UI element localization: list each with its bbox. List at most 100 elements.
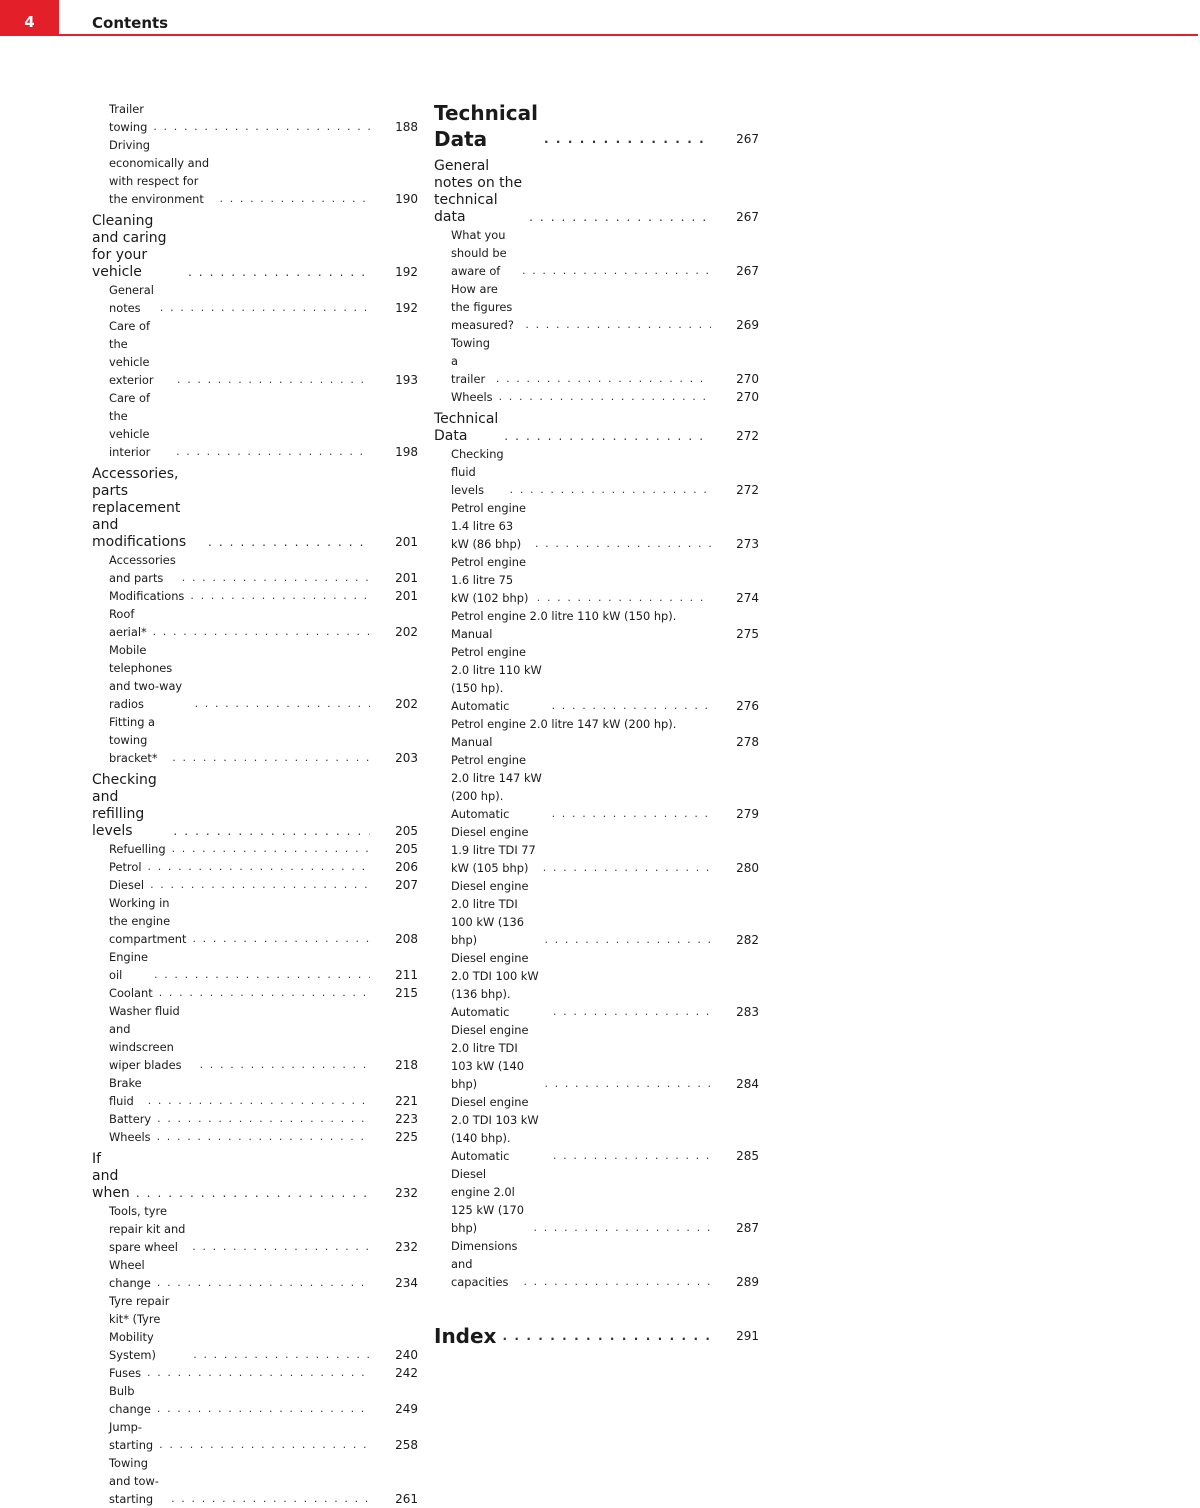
toc-entry-title: Engine oil [109, 950, 149, 982]
toc-page-number: 198 [395, 445, 418, 459]
dot-leader: . . . . . . . . . . . . . . . . . . . . … [157, 1112, 370, 1125]
toc-subsection-entry[interactable]: Petrol engine 1.4 litre 63 kW (86 bhp) . … [434, 499, 759, 553]
toc-major-heading[interactable]: Technical Data . . . . . . . . . . . . . … [434, 100, 759, 152]
toc-subsection-entry[interactable]: Jump-starting . . . . . . . . . . . . . .… [92, 1418, 418, 1454]
toc-subsection-entry[interactable]: Diesel engine 2.0 TDI 103 kW (140 bhp). … [434, 1093, 759, 1165]
toc-subsection-entry[interactable]: Battery . . . . . . . . . . . . . . . . .… [92, 1110, 418, 1128]
toc-subsection-entry[interactable]: Driving economically and with respect fo… [92, 136, 418, 208]
toc-section-entry[interactable]: Cleaning and caring for your vehicle . . … [92, 213, 418, 281]
dot-leader: . . . . . . . . . . . . . . . . . . . . … [544, 1077, 711, 1090]
toc-section-entry[interactable]: Checking and refilling levels . . . . . .… [92, 772, 418, 840]
toc-subsection-entry[interactable]: Petrol engine 2.0 litre 147 kW (200 hp).… [434, 715, 759, 751]
toc-subsection-entry[interactable]: Refuelling . . . . . . . . . . . . . . . … [92, 840, 418, 858]
toc-subsection-entry[interactable]: Dimensions and capacities . . . . . . . .… [434, 1237, 759, 1291]
toc-section-entry[interactable]: General notes on the technical data . . .… [434, 158, 759, 226]
toc-subsection-entry[interactable]: Petrol engine 2.0 litre 110 kW (150 hp).… [434, 607, 759, 643]
toc-entry-title: Battery [109, 1112, 152, 1126]
toc-section-entry[interactable]: Technical Data . . . . . . . . . . . . . … [434, 411, 759, 445]
toc-subsection-entry[interactable]: Engine oil . . . . . . . . . . . . . . . … [92, 948, 418, 984]
toc-subsection-entry[interactable]: Tyre repair kit* (Tyre Mobility System).… [92, 1292, 418, 1364]
toc-page-number: 279 [736, 807, 759, 821]
toc-page-number: 192 [395, 301, 418, 315]
toc-subsection-entry[interactable]: Diesel engine 2.0 litre TDI 103 kW (140 … [434, 1021, 759, 1093]
toc-subsection-entry[interactable]: Working in the engine compartment . . . .… [92, 894, 418, 948]
toc-subsection-entry[interactable]: Petrol . . . . . . . . . . . . . . . . . … [92, 858, 418, 876]
toc-right-column: Technical Data . . . . . . . . . . . . . … [434, 100, 759, 1355]
toc-entry-title: Petrol engine 2.0 litre 147 kW (200 hp).… [451, 753, 542, 821]
toc-entry-title: Washer fluid and windscreen wiper blades [109, 1004, 182, 1072]
toc-subsection-entry[interactable]: Diesel . . . . . . . . . . . . . . . . . … [92, 876, 418, 894]
toc-subsection-entry[interactable]: Checking fluid levels . . . . . . . . . .… [434, 445, 759, 499]
toc-subsection-entry[interactable]: How are the figures measured? . . . . . .… [434, 280, 759, 334]
toc-subsection-entry[interactable]: Wheel change . . . . . . . . . . . . . . … [92, 1256, 418, 1292]
toc-page-number: 275 [736, 627, 759, 641]
toc-entry-title: General notes on the technical data [434, 158, 523, 225]
toc-subsection-entry[interactable]: Petrol engine 2.0 litre 147 kW (200 hp).… [434, 751, 759, 823]
toc-subsection-entry[interactable]: Petrol engine 2.0 litre 110 kW (150 hp).… [434, 643, 759, 715]
toc-page-number: 211 [395, 968, 418, 982]
dot-leader: . . . . . . . . . . . . . . . . . . . . … [176, 445, 370, 458]
toc-subsection-entry[interactable]: Care of the vehicle exterior . . . . . . … [92, 317, 418, 389]
toc-major-heading[interactable]: Index . . . . . . . . . . . . . . . . . .… [434, 1323, 759, 1349]
toc-entry-title: If and when [92, 1151, 130, 1201]
toc-entry-title: Roof aerial* [109, 607, 147, 639]
toc-subsection-entry[interactable]: Brake fluid . . . . . . . . . . . . . . .… [92, 1074, 418, 1110]
toc-page-number: 215 [395, 986, 418, 1000]
toc-page-number: 192 [395, 265, 418, 279]
toc-section-entry[interactable]: If and when . . . . . . . . . . . . . . .… [92, 1151, 418, 1202]
toc-subsection-entry[interactable]: Wheels . . . . . . . . . . . . . . . . . … [434, 388, 759, 406]
toc-entry-title: Petrol engine 1.4 litre 63 kW (86 bhp) [451, 501, 526, 551]
dot-leader: . . . . . . . . . . . . . . . . . . . . … [190, 589, 370, 602]
dot-leader: . . . . . . . . . . . . . . . . . . . . … [147, 1094, 370, 1107]
toc-page-number: 261 [395, 1492, 418, 1506]
toc-subsection-entry[interactable]: Coolant . . . . . . . . . . . . . . . . .… [92, 984, 418, 1002]
toc-subsection-entry[interactable]: Diesel engine 2.0 litre TDI 100 kW (136 … [434, 877, 759, 949]
toc-entry-title: Care of the vehicle exterior [109, 319, 154, 387]
toc-subsection-entry[interactable]: Fitting a towing bracket* . . . . . . . .… [92, 713, 418, 767]
toc-entry-title: Petrol engine 2.0 litre 110 kW (150 hp).… [451, 645, 542, 713]
toc-entry-title: Checking and refilling levels [92, 772, 157, 839]
toc-subsection-entry[interactable]: Accessories and parts . . . . . . . . . .… [92, 551, 418, 587]
dot-leader: . . . . . . . . . . . . . . . . . . . . … [495, 372, 711, 385]
toc-subsection-entry[interactable]: Towing a trailer . . . . . . . . . . . . … [434, 334, 759, 388]
toc-subsection-entry[interactable]: Wheels . . . . . . . . . . . . . . . . . … [92, 1128, 418, 1146]
toc-entry-title: Tyre repair kit* (Tyre Mobility System) [109, 1294, 170, 1362]
toc-subsection-entry[interactable]: Towing and tow-starting . . . . . . . . .… [92, 1454, 418, 1508]
toc-entry-title: Bulb change [109, 1384, 151, 1416]
toc-subsection-entry[interactable]: Petrol engine 1.6 litre 75 kW (102 bhp).… [434, 553, 759, 607]
toc-subsection-entry[interactable]: Diesel engine 2.0 TDI 100 kW (136 bhp). … [434, 949, 759, 1021]
toc-page-number: 278 [736, 735, 759, 749]
toc-subsection-entry[interactable]: Tools, tyre repair kit and spare wheel . … [92, 1202, 418, 1256]
toc-subsection-entry[interactable]: Bulb change . . . . . . . . . . . . . . .… [92, 1382, 418, 1418]
toc-entry-title: Petrol engine 1.6 litre 75 kW (102 bhp) [451, 555, 529, 605]
toc-entry-title: Wheel change [109, 1258, 151, 1290]
toc-page-number: 267 [736, 132, 759, 146]
toc-subsection-entry[interactable]: What you should be aware of . . . . . . .… [434, 226, 759, 280]
dot-leader: . . . . . . . . . . . . . . . . . . . . … [150, 878, 370, 891]
toc-subsection-entry[interactable]: Roof aerial* . . . . . . . . . . . . . . … [92, 605, 418, 641]
toc-page-number: 269 [736, 318, 759, 332]
toc-entry-title: Technical Data [434, 101, 538, 151]
toc-subsection-entry[interactable]: Washer fluid and windscreen wiper blades… [92, 1002, 418, 1074]
toc-section-entry[interactable]: Accessories, parts replacement and modif… [92, 466, 418, 551]
toc-page-number: 208 [395, 932, 418, 946]
dot-leader: . . . . . . . . . . . . . . . . . . . . … [187, 265, 370, 279]
header-rule [59, 34, 1198, 36]
toc-subsection-entry[interactable]: Care of the vehicle interior . . . . . . … [92, 389, 418, 461]
toc-subsection-entry[interactable]: Fuses . . . . . . . . . . . . . . . . . .… [92, 1364, 418, 1382]
toc-page-number: 249 [395, 1402, 418, 1416]
toc-entry-title: Tools, tyre repair kit and spare wheel [109, 1204, 186, 1254]
toc-subsection-entry[interactable]: Diesel engine 1.9 litre TDI 77 kW (105 b… [434, 823, 759, 877]
toc-page-number: 234 [395, 1276, 418, 1290]
toc-page-number: 258 [395, 1438, 418, 1452]
toc-page-number: 272 [736, 429, 759, 443]
toc-page-number: 276 [736, 699, 759, 713]
toc-left-column: Trailer towing . . . . . . . . . . . . . … [92, 100, 418, 1508]
toc-subsection-entry[interactable]: Mobile telephones and two-way radios . . … [92, 641, 418, 713]
toc-subsection-entry[interactable]: Diesel engine 2.0l 125 kW (170 bhp) . . .… [434, 1165, 759, 1237]
toc-subsection-entry[interactable]: Trailer towing . . . . . . . . . . . . . … [92, 100, 418, 136]
dot-leader: . . . . . . . . . . . . . . . . . . . . … [171, 1492, 370, 1505]
toc-subsection-entry[interactable]: Modifications . . . . . . . . . . . . . .… [92, 587, 418, 605]
toc-subsection-entry[interactable]: General notes . . . . . . . . . . . . . .… [92, 281, 418, 317]
dot-leader: . . . . . . . . . . . . . . . . . . . . … [509, 483, 711, 496]
